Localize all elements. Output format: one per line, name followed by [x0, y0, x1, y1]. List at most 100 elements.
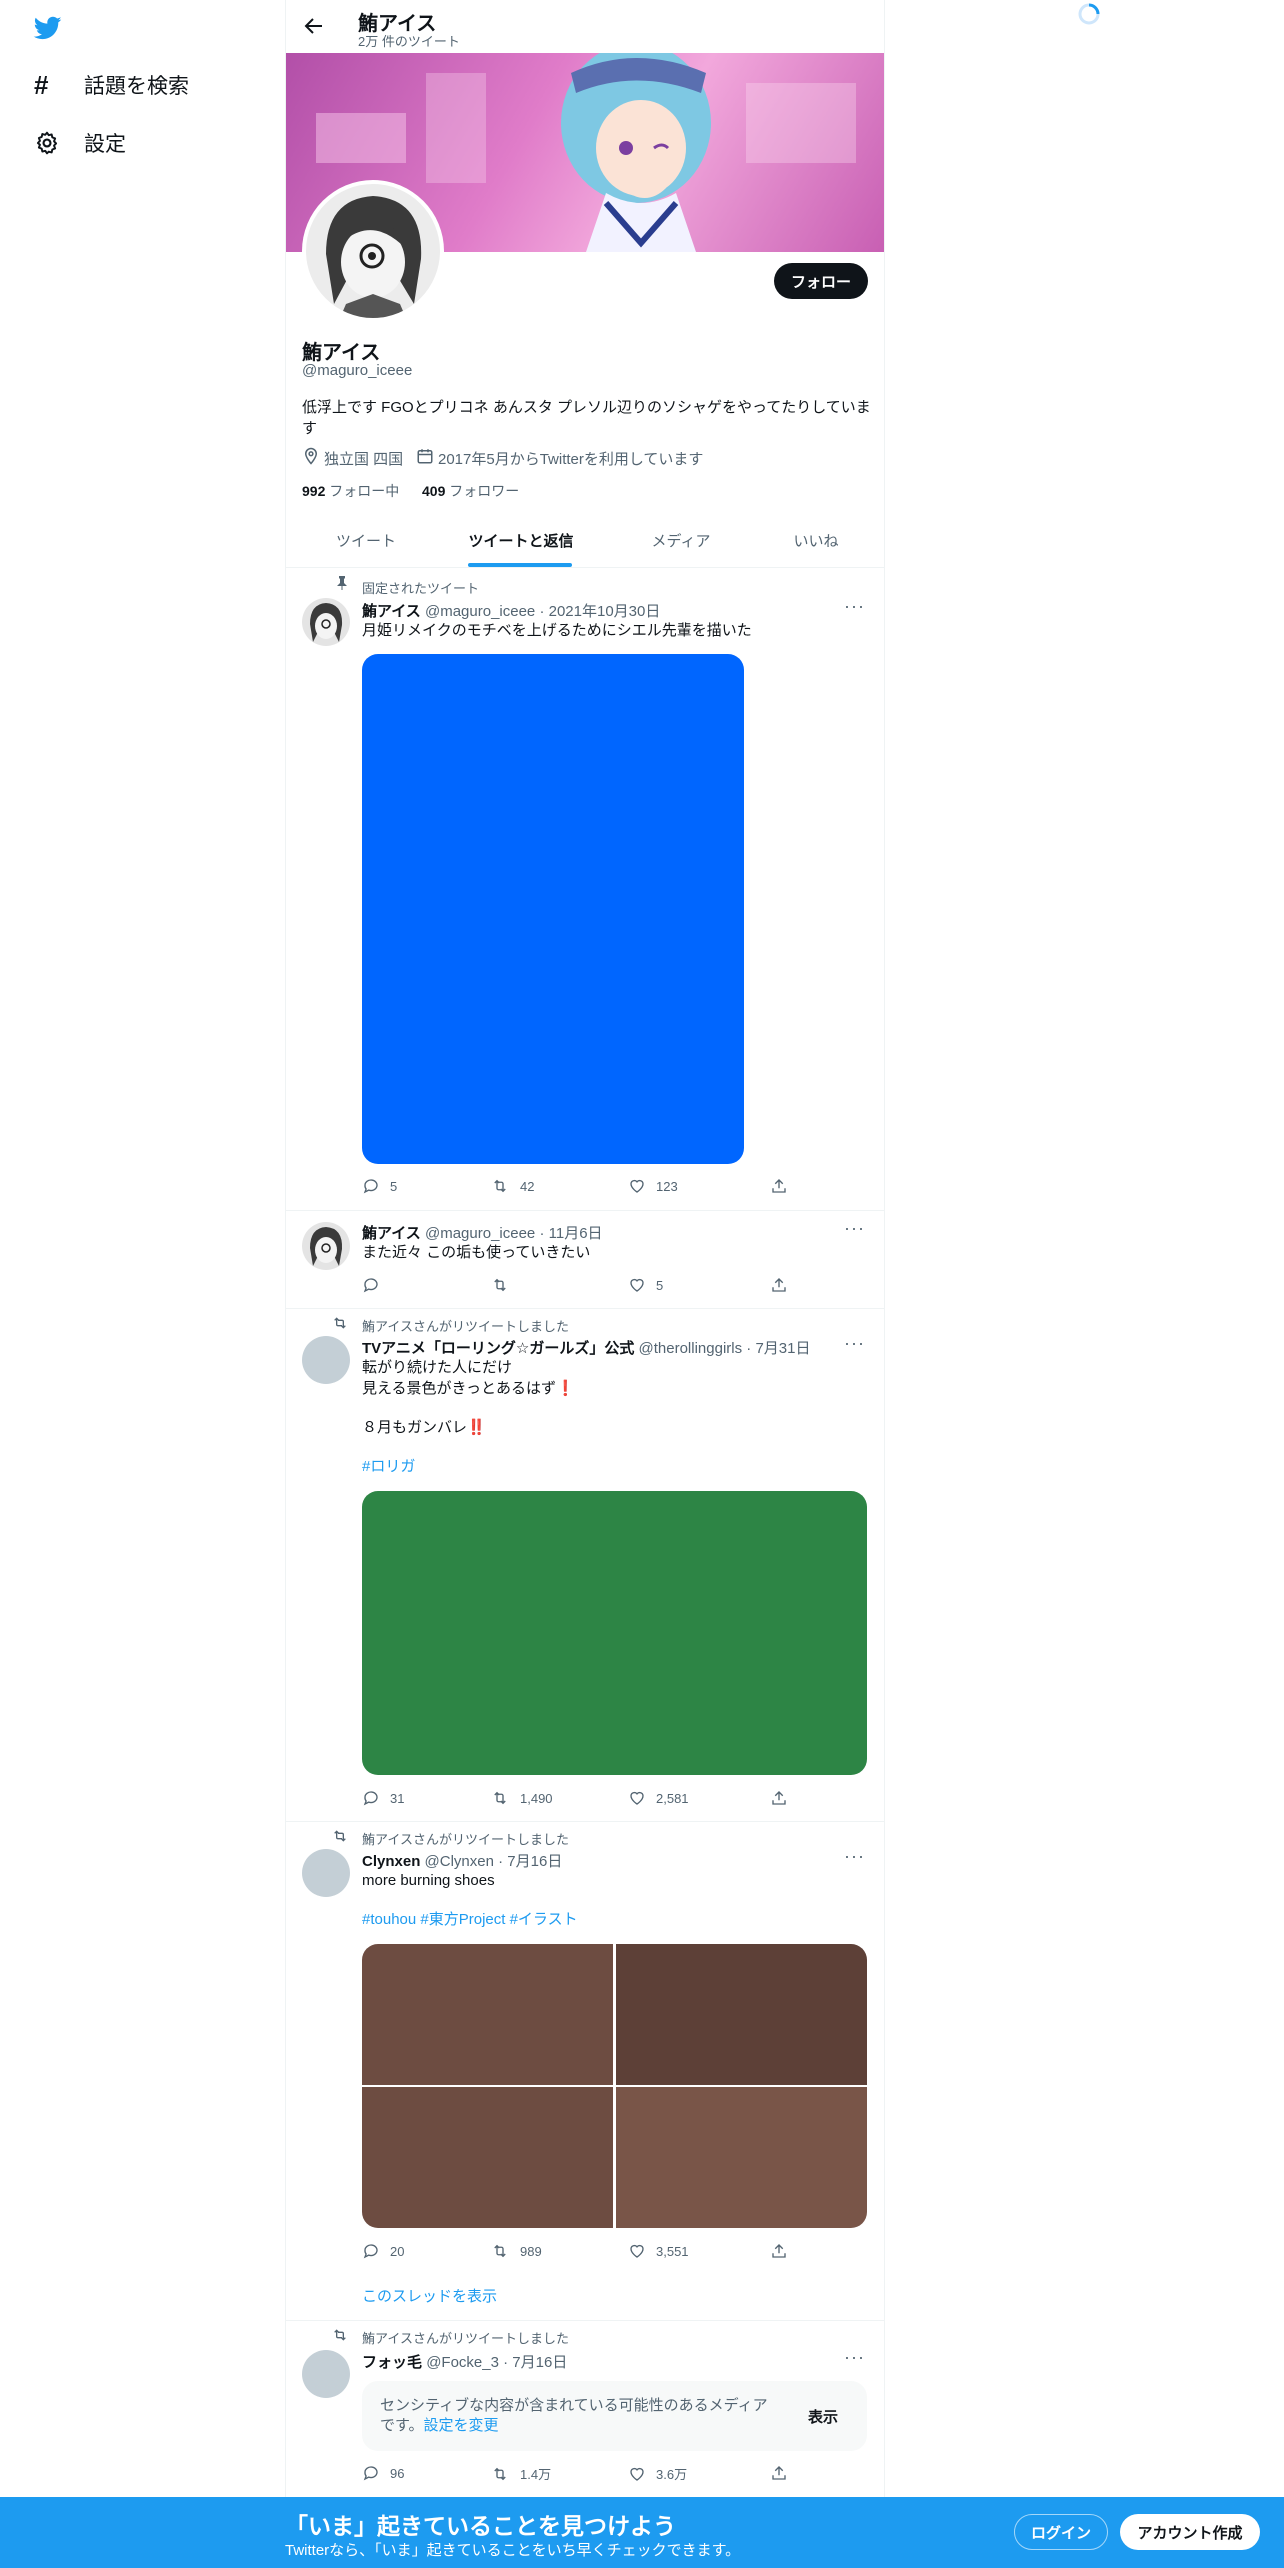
tweet-context[interactable]: 鮪アイスさんがリツイートしました — [362, 1316, 569, 1335]
signup-bottom-bar: 「いま」起きていることを見つけよう Twitterなら、「いま」起きていることを… — [0, 2497, 1284, 2568]
share-icon — [772, 2244, 786, 2258]
tweet-media[interactable] — [362, 1491, 867, 1775]
share-icon — [772, 1278, 786, 1292]
more-options-icon[interactable]: ··· — [844, 1846, 865, 1867]
tweet-media-image[interactable] — [362, 2087, 613, 2228]
retweet-button[interactable]: 1,490 — [490, 1789, 553, 1807]
tweet-author-name[interactable]: 鮪アイス — [362, 1225, 421, 1242]
heart-icon — [630, 1179, 644, 1193]
tweet-author-handle[interactable]: @maguro_iceee — [425, 1225, 535, 1242]
tweet-header: 鮪アイス @maguro_iceee · 11月6日 — [362, 1222, 603, 1243]
retweet-button[interactable] — [490, 1276, 520, 1294]
tweet-actions: 5 42 123 — [362, 1177, 802, 1197]
tweet-author-name[interactable]: 鮪アイス — [362, 603, 421, 620]
tweet-author-name[interactable]: フォッ毛 — [362, 2354, 422, 2371]
like-button[interactable]: 2,581 — [628, 1789, 689, 1807]
heart-icon — [630, 1278, 644, 1292]
reply-button[interactable]: 96 — [362, 2464, 404, 2482]
login-button[interactable]: ログイン — [1014, 2514, 1108, 2550]
tweet-header: 鮪アイス @maguro_iceee · 2021年10月30日 — [362, 600, 660, 621]
tweet-context[interactable]: 鮪アイスさんがリツイートしました — [362, 1829, 569, 1848]
followers-label: フォロワー — [449, 483, 520, 499]
tweet-text-line: 見える景色がきっとあるはず❗ — [362, 1380, 575, 1397]
tab-likes[interactable]: いいね — [786, 530, 846, 551]
tab-tweets[interactable]: ツイート — [326, 530, 406, 551]
reply-count: 20 — [390, 2243, 405, 2259]
tweet-media-image[interactable] — [616, 2087, 867, 2228]
tab-tweets-and-replies[interactable]: ツイートと返信 — [466, 530, 576, 551]
tweet-date[interactable]: 7月16日 — [512, 2354, 567, 2371]
gear-icon — [34, 130, 60, 156]
like-button[interactable]: 5 — [628, 1276, 663, 1294]
tweet-avatar[interactable] — [302, 1849, 350, 1897]
tweet-text: また近々 この垢も使っていきたい — [362, 1244, 591, 1261]
tweet-author-handle[interactable]: @Clynxen — [425, 1853, 494, 1870]
share-button[interactable] — [770, 1276, 788, 1294]
tweet-date[interactable]: 7月16日 — [507, 1853, 562, 1870]
reply-button[interactable]: 20 — [362, 2242, 404, 2260]
retweet-button[interactable]: 42 — [490, 1177, 534, 1195]
retweet-button[interactable]: 1.4万 — [490, 2464, 551, 2483]
tweet-author-handle[interactable]: @therollinggirls — [639, 1340, 743, 1357]
tweet-media-grid — [362, 1944, 867, 2228]
tweet-date[interactable]: 2021年10月30日 — [549, 603, 661, 620]
tweet-hashtags[interactable]: #touhou #東方Project #イラスト — [362, 1910, 578, 1930]
more-options-icon[interactable]: ··· — [844, 1333, 865, 1354]
share-icon — [772, 1791, 786, 1805]
back-arrow-icon[interactable] — [302, 14, 326, 38]
tweet-avatar[interactable] — [302, 1336, 350, 1384]
tweet-avatar[interactable] — [302, 2350, 350, 2398]
like-button[interactable]: 3.6万 — [628, 2464, 687, 2483]
tweet-header: フォッ毛 @Focke_3 · 7月16日 — [362, 2351, 567, 2372]
nav-item-settings[interactable]: 設定 — [34, 128, 126, 158]
reply-button[interactable]: 5 — [362, 1177, 397, 1195]
retweet-count: 42 — [520, 1178, 535, 1194]
tweet-author-name[interactable]: Clynxen — [362, 1853, 420, 1870]
tweet-author-name[interactable]: TVアニメ「ローリング☆ガールズ」公式 — [362, 1340, 634, 1357]
show-media-button[interactable]: 表示 — [808, 2406, 838, 2427]
share-button[interactable] — [770, 1177, 788, 1195]
tweet-avatar[interactable] — [302, 598, 350, 646]
share-button[interactable] — [770, 1789, 788, 1807]
heart-icon — [630, 2467, 644, 2481]
share-button[interactable] — [770, 2464, 788, 2482]
following-link[interactable]: 992 フォロー中 — [302, 481, 399, 501]
like-button[interactable]: 3,551 — [628, 2242, 689, 2260]
tweet-media-image[interactable] — [616, 1944, 867, 2085]
twitter-logo-icon[interactable] — [32, 14, 64, 42]
more-options-icon[interactable]: ··· — [844, 596, 865, 617]
tweet-dot: · — [746, 1340, 752, 1357]
signup-button[interactable]: アカウント作成 — [1120, 2514, 1260, 2550]
like-button[interactable]: 123 — [628, 1177, 678, 1195]
retweet-button[interactable]: 989 — [490, 2242, 542, 2260]
more-options-icon[interactable]: ··· — [844, 2347, 865, 2368]
tweet-author-handle[interactable]: @maguro_iceee — [425, 603, 535, 620]
followers-link[interactable]: 409 フォロワー — [422, 481, 519, 501]
tab-media[interactable]: メディア — [646, 530, 716, 551]
reply-button[interactable]: 31 — [362, 1789, 404, 1807]
profile-bio-line2: す — [302, 420, 318, 437]
like-count: 2,581 — [656, 1790, 689, 1806]
retweet-count: 1,490 — [520, 1790, 553, 1806]
nav-item-explore[interactable]: # 話題を検索 — [34, 70, 189, 100]
tweet-media[interactable] — [362, 654, 744, 1164]
profile-avatar[interactable] — [302, 180, 444, 322]
more-options-icon[interactable]: ··· — [844, 1218, 865, 1239]
reply-icon — [363, 2466, 378, 2481]
tweet-media-image[interactable] — [362, 1944, 613, 2085]
tweet-date[interactable]: 11月6日 — [549, 1225, 603, 1242]
follow-button[interactable]: フォロー — [774, 263, 868, 299]
loading-spinner-icon — [1077, 2, 1101, 26]
tweet-avatar[interactable] — [302, 1222, 350, 1270]
tweet-date[interactable]: 7月31日 — [755, 1340, 810, 1357]
tweet-author-handle[interactable]: @Focke_3 — [426, 2354, 499, 2371]
reply-count: 5 — [390, 1178, 398, 1194]
follow-button-label: フォロー — [790, 273, 851, 291]
change-settings-link[interactable]: 設定を変更 — [424, 2417, 499, 2434]
profile-handle: @maguro_iceee — [302, 362, 413, 379]
reply-button[interactable] — [362, 1276, 390, 1294]
show-thread-link[interactable]: このスレッドを表示 — [362, 2287, 497, 2307]
tweet-hashtags[interactable]: #ロリガ — [362, 1457, 415, 1477]
share-button[interactable] — [770, 2242, 788, 2260]
tweet-context[interactable]: 鮪アイスさんがリツイートしました — [362, 2328, 569, 2347]
